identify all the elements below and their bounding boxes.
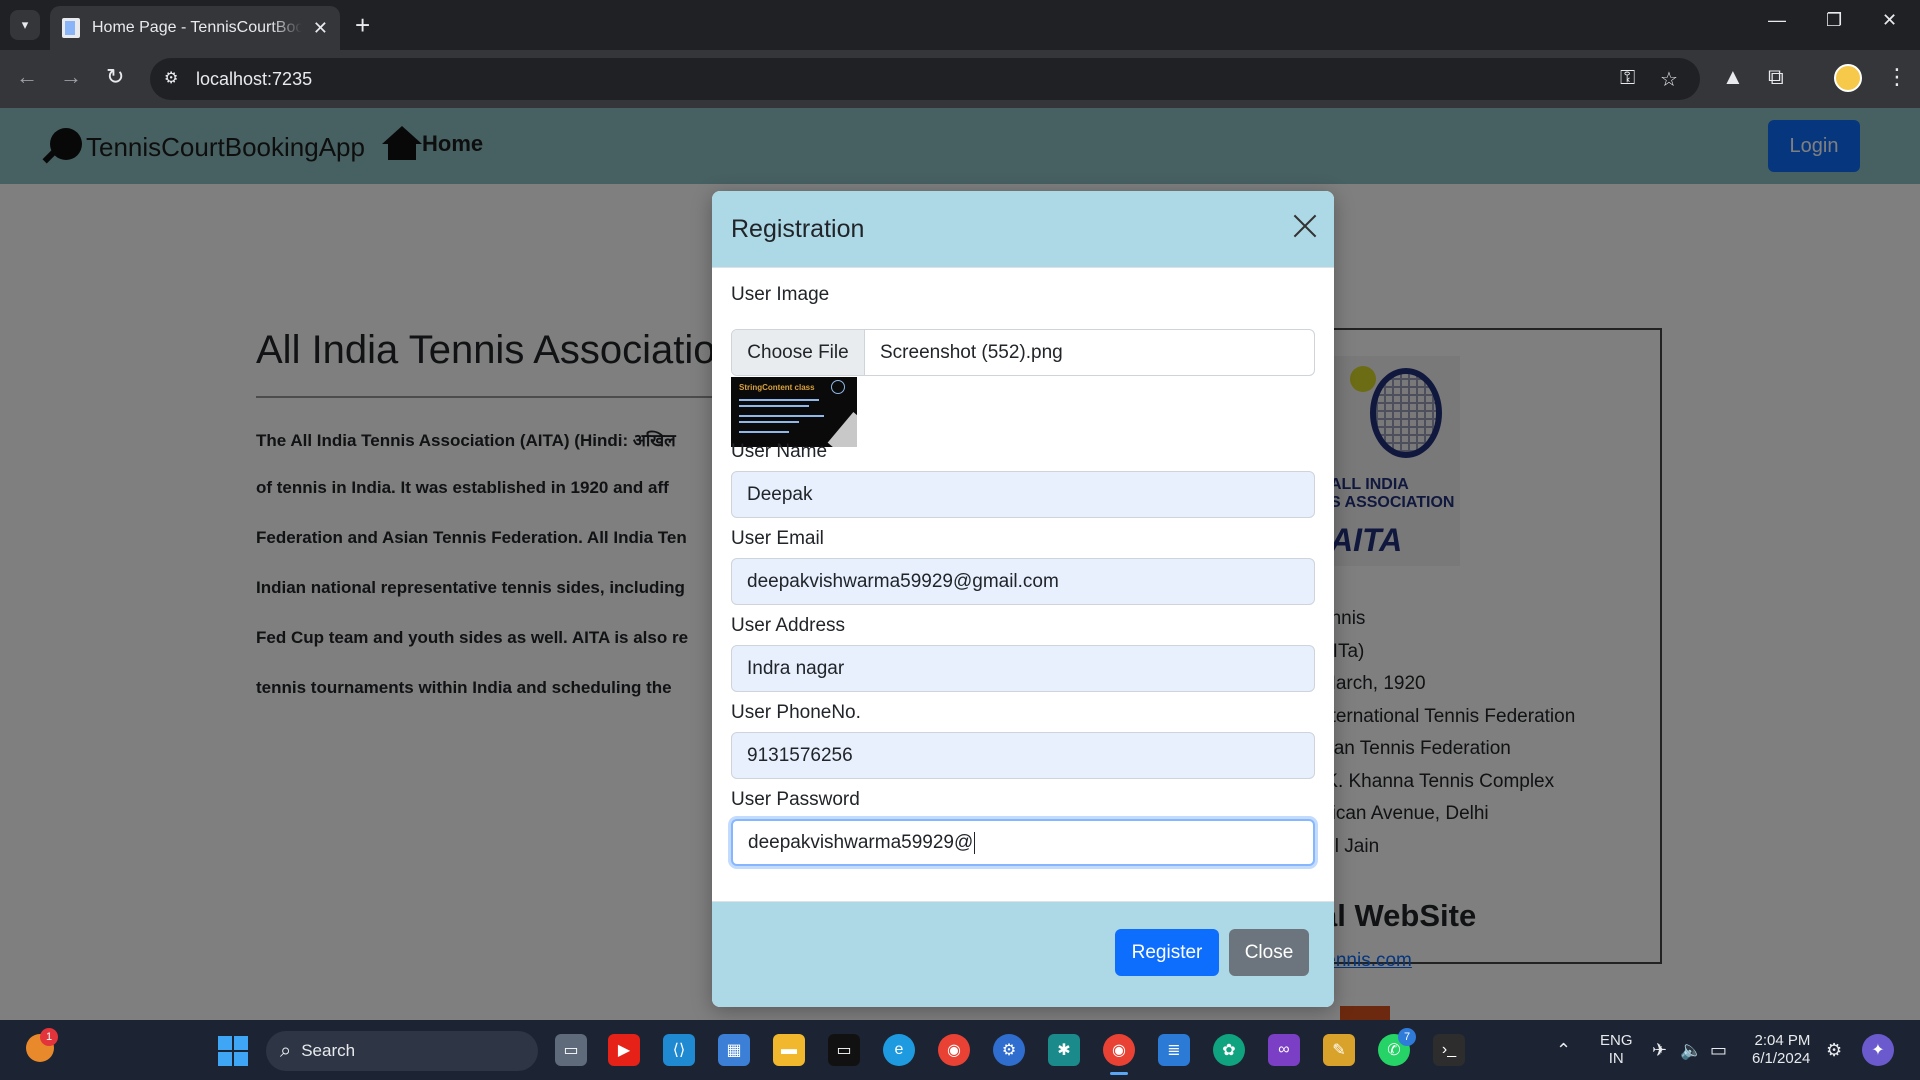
bookmark-star-icon[interactable]: ☆	[1660, 67, 1678, 92]
chatgpt-icon[interactable]: ✿	[1213, 1034, 1245, 1066]
modal-title: Registration	[731, 215, 865, 243]
browser-tab[interactable]: Home Page - TennisCourtBookingApp ✕	[50, 6, 340, 50]
modal-close-icon[interactable]	[1288, 209, 1322, 243]
user-image-preview: StringContent class	[731, 377, 857, 447]
copilot-icon[interactable]: ✦	[1862, 1034, 1894, 1066]
choose-file-button[interactable]: Choose File	[732, 330, 865, 375]
user-phone-label: User PhoneNo.	[731, 702, 861, 723]
network-app-icon[interactable]: ✱	[1048, 1034, 1080, 1066]
youtube-icon[interactable]: ▶	[608, 1034, 640, 1066]
terminal-window-icon[interactable]: ▭	[828, 1034, 860, 1066]
battery-icon[interactable]: ▭	[1710, 1040, 1727, 1061]
browser-titlebar: ▾ Home Page - TennisCourtBookingApp ✕ + …	[0, 0, 1920, 50]
user-address-label: User Address	[731, 615, 846, 636]
taskbar-clock[interactable]: 2:04 PM 6/1/2024	[1752, 1032, 1810, 1068]
user-name-label: User Name	[731, 441, 828, 462]
whatsapp-badge: 7	[1398, 1028, 1416, 1046]
minimize-icon[interactable]: —	[1768, 10, 1786, 31]
forward-arrow-icon[interactable]: →	[60, 64, 82, 90]
user-password-input[interactable]: deepakvishwarma59929@	[731, 819, 1315, 866]
modal-header: Registration	[712, 191, 1334, 268]
chrome-icon[interactable]: ◉	[938, 1034, 970, 1066]
registration-modal: Registration User Image Choose File Scre…	[712, 191, 1334, 1007]
start-menu-icon[interactable]	[218, 1036, 248, 1066]
user-name-input[interactable]: Deepak	[731, 471, 1315, 518]
task-view-icon[interactable]: ▭	[555, 1034, 587, 1066]
taskbar-search[interactable]: ⌕ Search	[266, 1031, 538, 1071]
active-app-indicator	[1110, 1072, 1128, 1075]
user-email-label: User Email	[731, 528, 824, 549]
tab-search-button[interactable]: ▾	[10, 10, 40, 40]
modal-footer: Register Close	[712, 901, 1334, 1007]
back-arrow-icon[interactable]: ←	[16, 64, 38, 90]
search-icon: ⌕	[280, 1039, 292, 1062]
edge-icon[interactable]: e	[883, 1034, 915, 1066]
url-text[interactable]: localhost:7235	[196, 69, 312, 90]
user-image-label: User Image	[731, 284, 830, 305]
page-favicon-icon	[62, 18, 80, 38]
settings-gear-icon[interactable]: ⚙	[993, 1034, 1025, 1066]
vscode-icon[interactable]: ⟨⟩	[663, 1034, 695, 1066]
notification-settings-icon[interactable]: ⚙	[1826, 1040, 1842, 1061]
address-bar[interactable]: ⚙ localhost:7235 ⚿ ☆	[150, 58, 1700, 100]
register-button[interactable]: Register	[1115, 929, 1219, 976]
window-close-icon[interactable]: ✕	[1882, 10, 1897, 31]
new-tab-button[interactable]: +	[355, 10, 370, 40]
notification-badge: 1	[40, 1028, 58, 1046]
profile-avatar-icon[interactable]	[1834, 64, 1862, 92]
user-password-label: User Password	[731, 789, 860, 810]
text-caret	[974, 831, 976, 854]
reload-icon[interactable]: ↻	[106, 64, 124, 90]
search-placeholder: Search	[301, 1041, 356, 1060]
paint-icon[interactable]: ✎	[1323, 1034, 1355, 1066]
page-content: TennisCourtBookingApp Home Login All Ind…	[0, 108, 1920, 1020]
visual-studio-icon[interactable]: ∞	[1268, 1034, 1300, 1066]
key-icon[interactable]: ⚿	[1620, 67, 1635, 90]
windows-taskbar: 1 ⌕ Search ▭ ▶ ⟨⟩ ▦ ▬ ▭ e ◉ ⚙ ✱ ◉ ≣ ✿ ∞ …	[0, 1020, 1920, 1080]
preview-title: StringContent class	[739, 383, 815, 392]
calculator-icon[interactable]: ▦	[718, 1034, 750, 1066]
extensions-puzzle-icon[interactable]: ⧉	[1768, 64, 1784, 90]
chevron-down-icon: ▾	[21, 17, 29, 32]
tab-title: Home Page - TennisCourtBookingApp	[92, 19, 302, 36]
language-indicator[interactable]: ENG IN	[1600, 1032, 1633, 1068]
command-prompt-icon[interactable]: ›_	[1433, 1034, 1465, 1066]
site-info-icon[interactable]: ⚙	[164, 68, 178, 88]
user-image-file-input[interactable]: Choose File Screenshot (552).png	[731, 329, 1315, 376]
tab-close-icon[interactable]: ✕	[313, 18, 328, 39]
selected-file-name: Screenshot (552).png	[880, 341, 1063, 363]
chevron-up-icon[interactable]: ⌃	[1556, 1040, 1571, 1061]
restore-icon[interactable]: ❐	[1826, 10, 1842, 31]
close-button[interactable]: Close	[1229, 929, 1309, 976]
volume-icon[interactable]: 🔈	[1680, 1040, 1702, 1061]
file-explorer-icon[interactable]: ▬	[773, 1034, 805, 1066]
browser-toolbar: ← → ↻ ⚙ localhost:7235 ⚿ ☆ ▲ ⧉ ⋮	[0, 50, 1920, 108]
notepad-icon[interactable]: ≣	[1158, 1034, 1190, 1066]
user-phone-input[interactable]: 9131576256	[731, 732, 1315, 779]
user-email-input[interactable]: deepakvishwarma59929@gmail.com	[731, 558, 1315, 605]
extension-triangle-icon[interactable]: ▲	[1722, 64, 1744, 90]
airplane-mode-icon[interactable]: ✈	[1652, 1040, 1667, 1061]
more-menu-icon[interactable]: ⋮	[1886, 64, 1908, 90]
user-address-input[interactable]: Indra nagar	[731, 645, 1315, 692]
chrome-profile-icon[interactable]: ◉	[1103, 1034, 1135, 1066]
